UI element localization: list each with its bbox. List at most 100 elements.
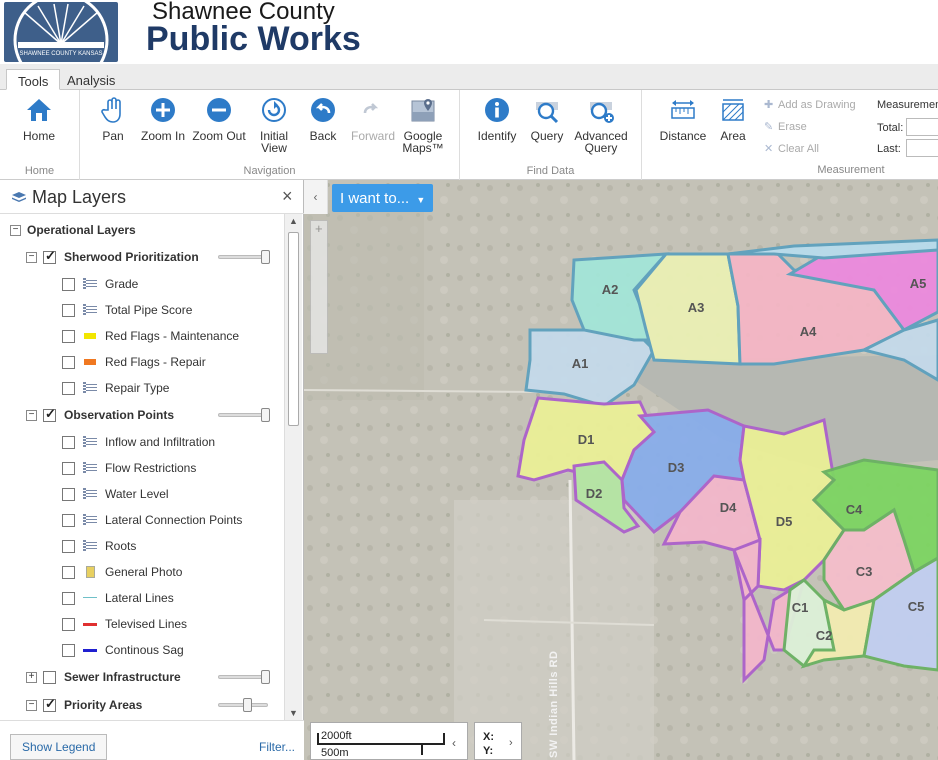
layer-label: Repair Type [105,381,170,395]
close-icon[interactable]: × [282,186,293,207]
chevron-right-icon[interactable]: › [509,737,513,749]
layer-label: Sewer Infrastructure [64,670,181,684]
layer-row[interactable]: Roots [62,536,136,556]
collapse-icon[interactable]: − [26,409,37,421]
layer-checkbox[interactable] [62,513,75,527]
layer-row[interactable]: Inflow and Infiltration [62,432,215,452]
zone-label: A2 [602,282,619,297]
collapse-icon[interactable]: − [26,699,37,711]
layer-checkbox[interactable] [62,539,75,553]
navigation-group-label: Navigation [243,165,296,177]
layer-checkbox[interactable] [62,617,75,631]
layer-row[interactable]: Televised Lines [62,614,187,634]
layer-checkbox[interactable] [62,303,75,317]
layer-checkbox[interactable] [62,487,75,501]
layer-row[interactable]: − Operational Layers [10,220,136,240]
opacity-slider[interactable] [218,698,268,712]
scroll-down-icon[interactable]: ▼ [289,708,298,718]
layer-checkbox[interactable] [62,277,75,291]
layer-checkbox[interactable] [43,696,56,712]
layer-checkbox[interactable] [62,435,75,449]
slider-thumb[interactable] [261,408,270,422]
total-label: Total: [877,122,904,134]
layer-row[interactable]: − Priority Areas [26,695,142,715]
legend-list-icon [83,488,97,500]
tab-analysis[interactable]: Analysis [56,69,126,90]
ruler-icon [671,100,695,119]
zone-label: D1 [578,432,595,447]
home-group-label: Home [24,165,55,177]
advanced-query-button[interactable]: Advanced Query [572,96,630,154]
opacity-slider[interactable] [218,250,270,264]
layer-tree-scrollbar[interactable]: ▲ ▼ [284,214,302,720]
layer-checkbox[interactable] [43,406,56,422]
layer-row[interactable]: Flow Restrictions [62,458,196,478]
opacity-slider[interactable] [218,408,270,422]
layer-row[interactable]: Lateral Connection Points [62,510,242,530]
show-legend-button[interactable]: Show Legend [10,734,108,760]
clear-all-button[interactable]: ✕ Clear All [764,142,819,155]
zone-label: A5 [910,276,927,291]
layer-checkbox[interactable] [62,355,75,369]
scale-tick [421,743,423,755]
scale-ft-label: 2000ft [321,730,352,742]
map-view[interactable]: A1 A2 A3 A4 A5 D1 D2 D3 D4 D5 C1 C2 C3 C4 C5 ‹ I want … [304,180,938,760]
layer-label: Water Level [105,487,169,501]
layer-checkbox[interactable] [43,670,56,684]
layer-checkbox[interactable] [62,461,75,475]
layer-checkbox[interactable] [43,248,56,264]
zoom-slider[interactable]: + [310,220,328,354]
scroll-thumb[interactable] [288,232,299,426]
layer-row[interactable]: + Sewer Infrastructure [26,667,181,687]
zoom-out-button[interactable]: Zoom Out [190,96,248,142]
plus-icon[interactable]: + [315,221,323,236]
google-maps-button[interactable]: Google Maps™ [394,96,452,154]
slider-thumb[interactable] [243,698,253,712]
collapse-icon[interactable]: − [26,251,37,263]
collapse-icon[interactable]: − [10,224,21,236]
erase-button[interactable]: ✎ Erase [764,120,807,133]
layer-checkbox[interactable] [62,329,75,343]
map-canvas[interactable]: A1 A2 A3 A4 A5 D1 D2 D3 D4 D5 C1 C2 C3 C4 C5 [304,180,938,760]
layer-checkbox[interactable] [62,643,75,657]
legend-line-icon [83,644,97,656]
layer-row[interactable]: Red Flags - Repair [62,352,206,372]
add-as-drawing-button[interactable]: ✚ Add as Drawing [764,98,856,111]
layer-checkbox[interactable] [62,591,75,605]
info-icon [485,98,509,122]
scale-m-label: 500m [321,747,349,759]
expand-icon[interactable]: + [26,671,37,683]
eraser-icon: ✎ [764,121,774,133]
i-want-to-dropdown[interactable]: I want to... ▼ [332,184,434,212]
layer-row[interactable]: Grade [62,274,138,294]
layer-row[interactable]: Lateral Lines [62,588,174,608]
zoom-in-button[interactable]: Zoom In [134,96,192,142]
svg-text:SHAWNEE COUNTY KANSAS: SHAWNEE COUNTY KANSAS [19,51,102,57]
slider-thumb[interactable] [261,250,270,264]
legend-list-icon [83,382,97,394]
filter-link[interactable]: Filter... [259,740,295,754]
layer-row[interactable]: Total Pipe Score [62,300,192,320]
layer-row[interactable]: − Sherwood Prioritization [26,247,199,267]
layer-checkbox[interactable] [62,565,75,579]
layer-row[interactable]: − Observation Points [26,405,174,425]
layer-row[interactable]: Water Level [62,484,169,504]
plus-icon: ✚ [764,99,774,111]
opacity-slider[interactable] [218,670,270,684]
home-button[interactable]: Home [10,96,68,142]
back-arrow-icon [311,98,335,122]
layer-row[interactable]: Red Flags - Maintenance [62,326,239,346]
layer-row[interactable]: General Photo [62,562,182,582]
coordinates-display: X: Y: › [474,722,522,760]
collapse-panel-button[interactable]: ‹ [304,180,328,214]
chevron-left-icon[interactable]: ‹ [452,736,456,750]
layer-row[interactable]: Repair Type [62,378,169,398]
query-button[interactable]: Query [518,96,576,142]
layer-checkbox[interactable] [62,381,75,395]
scroll-up-icon[interactable]: ▲ [289,216,298,226]
app-header: SHAWNEE COUNTY KANSAS Shawnee County Pub… [0,0,938,64]
tab-tools[interactable]: Tools [6,69,61,90]
area-button[interactable]: Area [704,96,762,142]
slider-thumb[interactable] [261,670,270,684]
layer-row[interactable]: Continous Sag [62,640,184,660]
